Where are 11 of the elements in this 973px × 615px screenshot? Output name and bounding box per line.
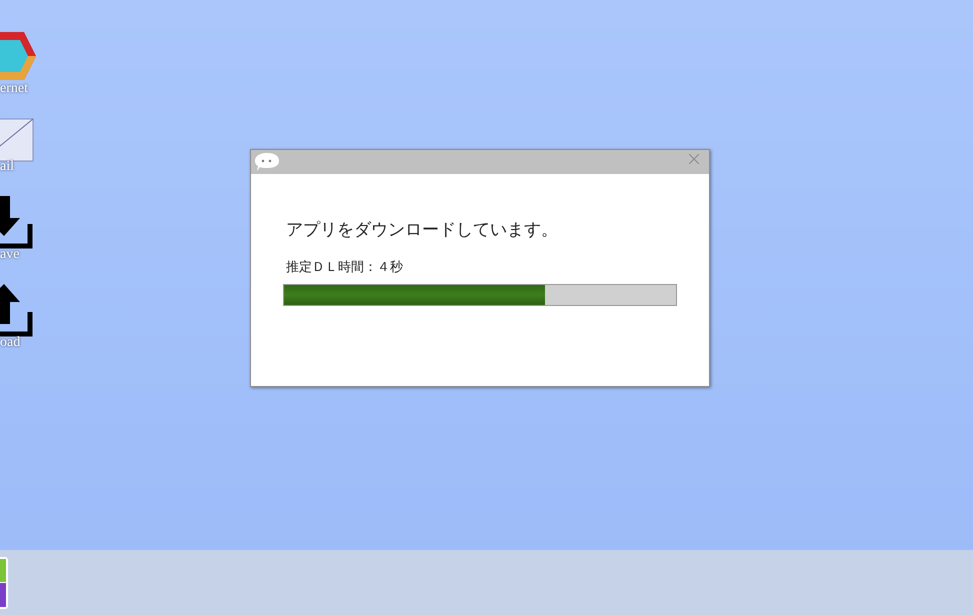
speech-bubble-icon <box>254 152 280 172</box>
icon-label: oad <box>0 336 20 350</box>
download-message: アプリをダウンロードしています。 <box>286 219 559 241</box>
app-icon[interactable] <box>0 556 9 610</box>
upload-icon[interactable] <box>0 284 33 338</box>
estimated-time: 推定ＤＬ時間：４秒 <box>286 259 404 276</box>
icon-label: ail <box>0 160 14 174</box>
icon-label: ernet <box>0 82 28 96</box>
icon-label: ave <box>0 248 20 262</box>
envelope-icon[interactable] <box>0 118 34 162</box>
download-icon[interactable] <box>0 196 33 250</box>
